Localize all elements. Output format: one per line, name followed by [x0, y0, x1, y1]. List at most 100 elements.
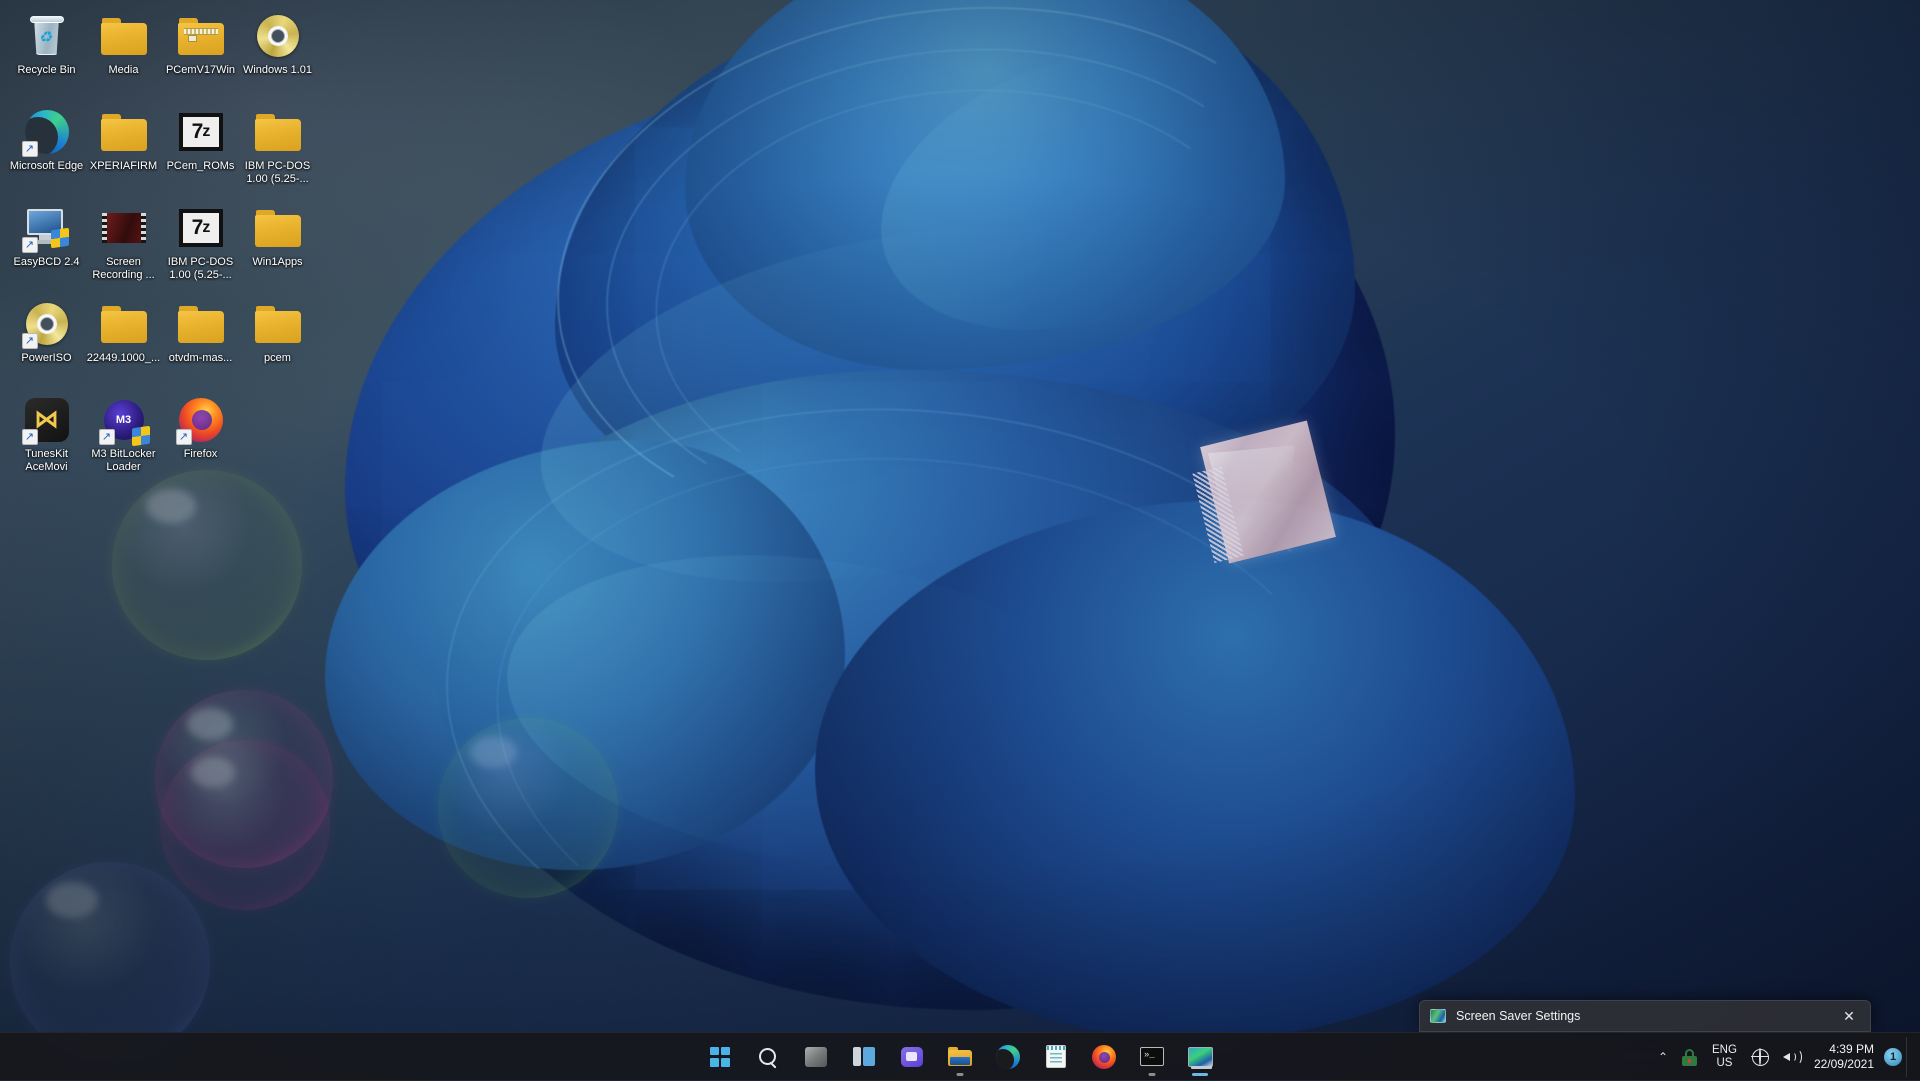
desktop-icon[interactable]: 7zPCem_ROMs: [162, 102, 239, 198]
desktop-icon-label: Firefox: [163, 448, 239, 461]
shortcut-arrow-icon: [22, 141, 38, 157]
desktop-icon-glyph: ⋈: [23, 396, 71, 444]
widgets-icon: [805, 1047, 827, 1067]
desktop-icon-glyph: [100, 108, 148, 156]
desktop-icon-glyph: [23, 300, 71, 348]
bitlocker-tray-button[interactable]: [1675, 1037, 1704, 1077]
folder-icon: [255, 210, 301, 247]
desktop[interactable]: ♻Recycle BinMediaPCemV17WinWindows 1.01 M…: [0, 0, 1920, 1080]
notepad-button[interactable]: [1036, 1037, 1076, 1077]
language-indicator[interactable]: ENG US: [1704, 1037, 1745, 1077]
toast-title: Screen Saver Settings: [1456, 1009, 1838, 1023]
desktop-icon[interactable]: Media: [85, 6, 162, 102]
desktop-icon[interactable]: IBM PC-DOS 1.00 (5.25-...: [239, 102, 316, 198]
system-tray: ⌃ ENG US 4:39 PM 22/09/2021 1: [1651, 1033, 1920, 1081]
emulator-icon: [1188, 1047, 1213, 1067]
chat-icon: [901, 1047, 923, 1067]
zipped-folder-icon: [178, 18, 224, 55]
desktop-icon[interactable]: Screen Recording ...: [85, 198, 162, 294]
firefox-button[interactable]: [1084, 1037, 1124, 1077]
desktop-icon[interactable]: ⋈TunesKit AceMovi: [8, 390, 85, 486]
shortcut-arrow-icon: [22, 237, 38, 253]
bubble-highlight: [191, 757, 235, 788]
desktop-icon-label: IBM PC-DOS 1.00 (5.25-...: [240, 160, 316, 185]
volume-tray-button[interactable]: [1776, 1037, 1808, 1077]
terminal-icon: [1140, 1047, 1164, 1066]
desktop-icon[interactable]: pcem: [239, 294, 316, 390]
desktop-icon[interactable]: PowerISO: [8, 294, 85, 390]
desktop-icon-glyph: ♻: [23, 12, 71, 60]
desktop-icon[interactable]: ♻Recycle Bin: [8, 6, 85, 102]
screensaver-icon: [1430, 1009, 1446, 1023]
chat-button[interactable]: [892, 1037, 932, 1077]
desktop-icon[interactable]: PCemV17Win: [162, 6, 239, 102]
task-view-icon: [853, 1047, 875, 1066]
shortcut-arrow-icon: [22, 333, 38, 349]
folder-icon: [255, 114, 301, 151]
widgets-button[interactable]: [796, 1037, 836, 1077]
desktop-icon-label: PCemV17Win: [163, 64, 239, 77]
desktop-icon[interactable]: 22449.1000_...: [85, 294, 162, 390]
desktop-icon-glyph: [23, 108, 71, 156]
network-tray-button[interactable]: [1745, 1037, 1776, 1077]
folder-icon: [255, 306, 301, 343]
search-button[interactable]: [748, 1037, 788, 1077]
start-button[interactable]: [700, 1037, 740, 1077]
bubble-highlight: [46, 882, 98, 918]
file-explorer-icon: [948, 1047, 972, 1066]
desktop-icon-glyph: 7z: [177, 108, 225, 156]
network-globe-icon: [1752, 1049, 1769, 1066]
desktop-icon-label: Windows 1.01: [240, 64, 316, 77]
terminal-button[interactable]: [1132, 1037, 1172, 1077]
running-indicator: [1149, 1073, 1156, 1076]
language-line-1: ENG: [1712, 1044, 1737, 1057]
show-desktop-button[interactable]: [1906, 1037, 1914, 1077]
desktop-icon[interactable]: otvdm-mas...: [162, 294, 239, 390]
sevenzip-archive-icon: 7z: [179, 209, 223, 247]
firefox-icon: [1092, 1045, 1116, 1069]
wallpaper-bloom-graphic: [255, 0, 1515, 1080]
close-icon[interactable]: ✕: [1838, 1005, 1860, 1027]
search-icon: [758, 1047, 778, 1067]
desktop-icon-label: pcem: [240, 352, 316, 365]
shortcut-arrow-icon: [176, 429, 192, 445]
taskbar-pinned-items: [700, 1033, 1220, 1081]
desktop-icon-glyph: [254, 108, 302, 156]
desktop-icon[interactable]: Microsoft Edge: [8, 102, 85, 198]
desktop-icon-label: Microsoft Edge: [9, 160, 85, 173]
notification-badge[interactable]: 1: [1884, 1048, 1902, 1066]
desktop-icon[interactable]: 7z IBM PC-DOS 1.00 (5.25-...: [162, 198, 239, 294]
file-explorer-button[interactable]: [940, 1037, 980, 1077]
tray-overflow-button[interactable]: ⌃: [1651, 1037, 1675, 1077]
desktop-icon-glyph: [100, 204, 148, 252]
desktop-icon[interactable]: XPERIAFIRM: [85, 102, 162, 198]
desktop-icon-label: XPERIAFIRM: [86, 160, 162, 173]
desktop-icon[interactable]: Firefox: [162, 390, 239, 486]
folder-icon: [101, 114, 147, 151]
task-view-button[interactable]: [844, 1037, 884, 1077]
bubble-highlight: [187, 708, 233, 740]
desktop-icon-glyph: [254, 300, 302, 348]
pcem-button[interactable]: [1180, 1037, 1220, 1077]
edge-button[interactable]: [988, 1037, 1028, 1077]
desktop-icon-label: IBM PC-DOS 1.00 (5.25-...: [163, 256, 239, 281]
sevenzip-archive-icon: 7z: [179, 113, 223, 151]
clock-date: 22/09/2021: [1814, 1057, 1874, 1072]
desktop-icon-label: 22449.1000_...: [86, 352, 162, 365]
clock-time: 4:39 PM: [1829, 1042, 1874, 1057]
clock-button[interactable]: 4:39 PM 22/09/2021: [1808, 1037, 1884, 1077]
desktop-icon-grid: ♻Recycle BinMediaPCemV17WinWindows 1.01 M…: [8, 6, 316, 486]
screen-saver-settings-taskbar-thumbnail[interactable]: Screen Saver Settings ✕: [1419, 1000, 1871, 1032]
recycle-bin-icon: ♻: [30, 15, 64, 57]
desktop-icon[interactable]: M3M3 BitLocker Loader: [85, 390, 162, 486]
desktop-icon-glyph: [100, 12, 148, 60]
shortcut-arrow-icon: [99, 429, 115, 445]
notepad-icon: [1046, 1045, 1066, 1068]
taskbar[interactable]: ⌃ ENG US 4:39 PM 22/09/2021 1: [0, 1032, 1920, 1080]
desktop-icon[interactable]: Win1Apps: [239, 198, 316, 294]
desktop-icon-glyph: [177, 12, 225, 60]
desktop-icon-glyph: [100, 300, 148, 348]
desktop-icon[interactable]: Windows 1.01: [239, 6, 316, 102]
desktop-icon-glyph: 7z: [177, 204, 225, 252]
desktop-icon[interactable]: EasyBCD 2.4: [8, 198, 85, 294]
